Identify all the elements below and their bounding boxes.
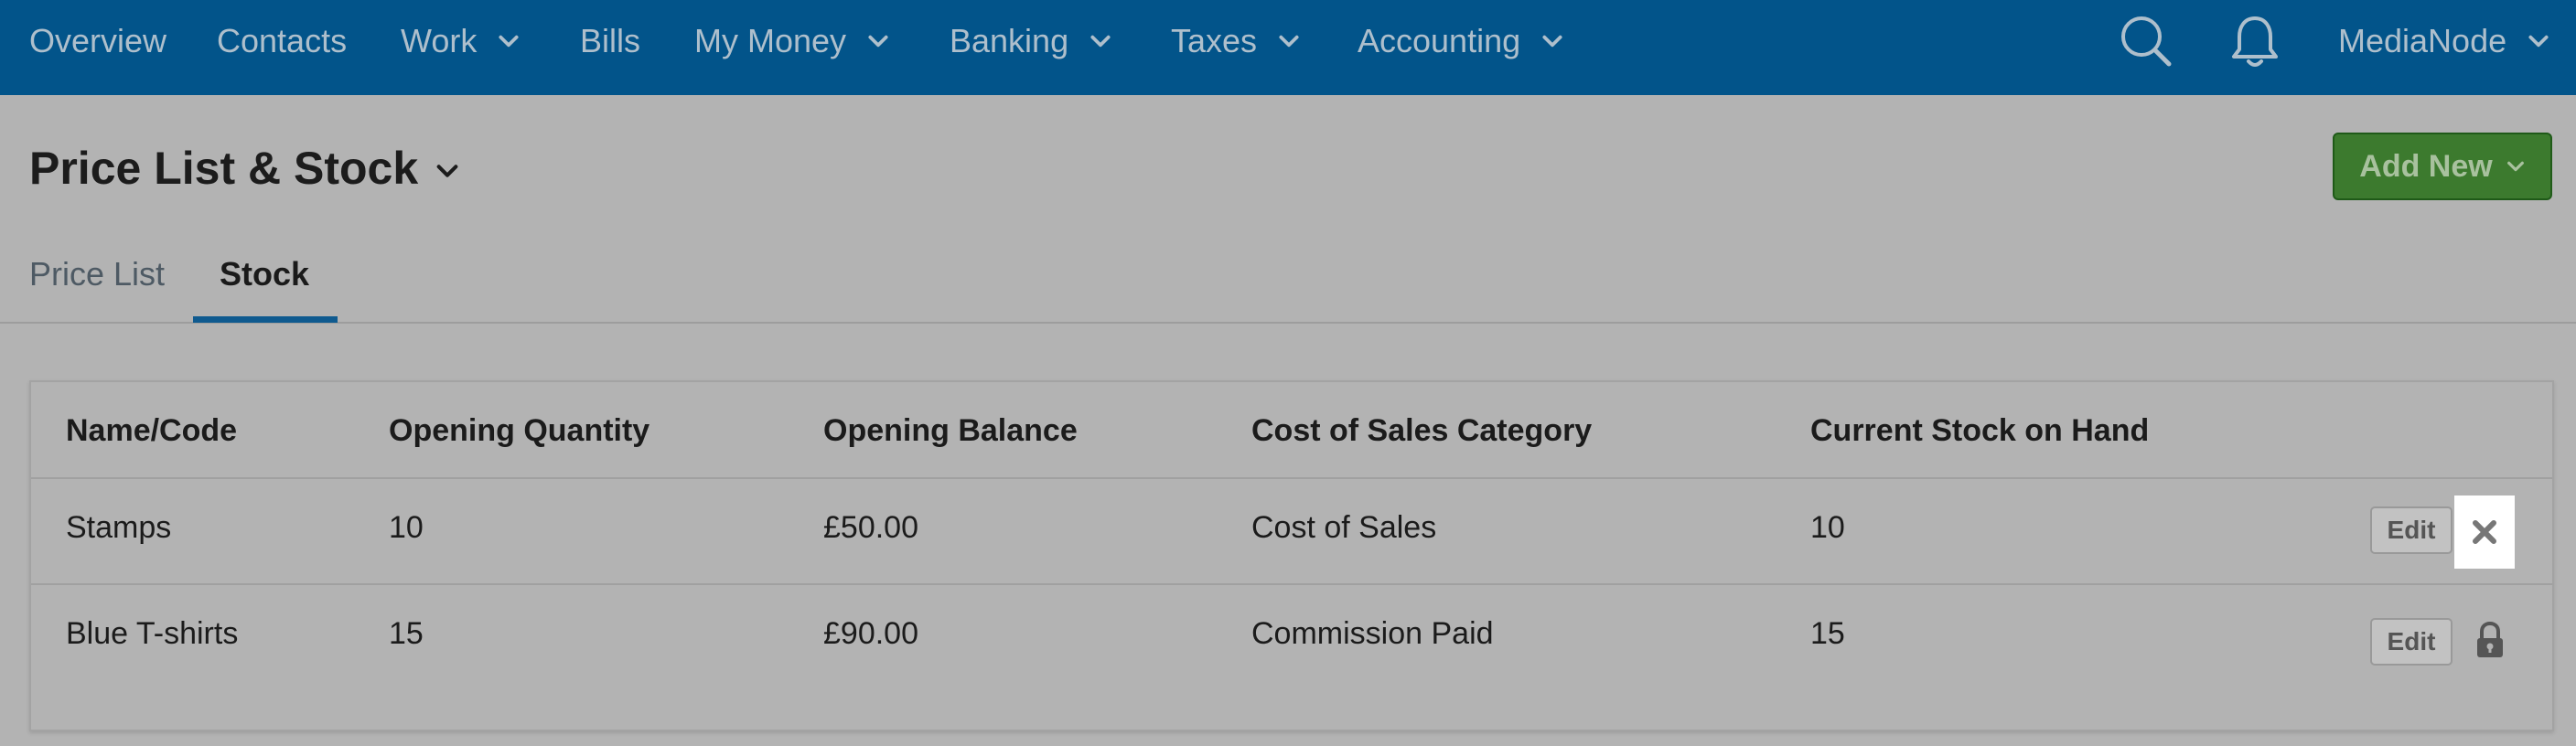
nav-item-accounting[interactable]: Accounting <box>1358 0 1564 82</box>
edit-label: Edit <box>2387 516 2436 544</box>
cell-category: Cost of Sales <box>1251 510 1437 545</box>
nav-item-label: Banking <box>950 22 1069 59</box>
add-new-label: Add New <box>2359 148 2493 184</box>
nav-item-banking[interactable]: Banking <box>950 0 1112 82</box>
bell-icon[interactable] <box>2225 11 2285 71</box>
tab-price-list[interactable]: Price List <box>29 252 165 296</box>
edit-label: Edit <box>2387 627 2436 655</box>
cell-name: Blue T-shirts <box>66 616 239 651</box>
chevron-down-icon <box>1279 35 1299 48</box>
nav-item-overview[interactable]: Overview <box>29 0 166 82</box>
cell-stock-on-hand: 15 <box>1810 616 1845 651</box>
tab-label: Price List <box>29 255 166 293</box>
chevron-down-icon <box>2506 161 2524 172</box>
nav-item-label: Accounting <box>1358 22 1521 59</box>
account-menu[interactable]: MediaNode <box>2338 0 2550 82</box>
cell-opening-balance: £50.00 <box>823 510 918 545</box>
row-divider <box>31 477 2552 479</box>
active-tab-indicator <box>193 316 338 323</box>
nav-item-my-money[interactable]: My Money <box>694 0 890 82</box>
cell-stock-on-hand: 10 <box>1810 510 1845 545</box>
edit-button[interactable]: Edit <box>2370 506 2453 554</box>
nav-item-label: Overview <box>29 22 167 59</box>
add-new-button[interactable]: Add New <box>2333 133 2552 200</box>
row-divider <box>31 583 2552 585</box>
nav-item-label: My Money <box>694 22 847 59</box>
chevron-down-icon <box>1090 35 1111 48</box>
column-header-current-stock: Current Stock on Hand <box>1810 413 2150 448</box>
delete-button[interactable] <box>2454 496 2515 569</box>
search-icon[interactable] <box>2116 11 2176 71</box>
nav-item-label: Bills <box>580 22 641 59</box>
chevron-down-icon <box>868 35 888 48</box>
cell-opening-balance: £90.00 <box>823 616 918 651</box>
nav-item-bills[interactable]: Bills <box>580 0 640 82</box>
nav-item-work[interactable]: Work <box>401 0 521 82</box>
cell-opening-quantity: 15 <box>389 616 424 651</box>
nav-item-label: Contacts <box>217 22 348 59</box>
column-header-cost-of-sales-category: Cost of Sales Category <box>1251 413 1593 448</box>
chevron-down-icon <box>436 165 458 177</box>
close-icon <box>2473 520 2496 544</box>
top-navigation-bar: Overview Contacts Work Bills My Money Ba… <box>0 0 2576 95</box>
chevron-down-icon <box>1542 35 1562 48</box>
nav-item-label: Work <box>401 22 478 59</box>
lock-icon <box>2472 618 2508 662</box>
chevron-down-icon <box>499 35 519 48</box>
nav-item-contacts[interactable]: Contacts <box>217 0 347 82</box>
column-header-opening-quantity: Opening Quantity <box>389 413 650 448</box>
cell-opening-quantity: 10 <box>389 510 424 545</box>
page-title-text: Price List & Stock <box>29 143 419 194</box>
stock-table: Name/Code Opening Quantity Opening Balan… <box>29 380 2554 731</box>
column-header-opening-balance: Opening Balance <box>823 413 1078 448</box>
chevron-down-icon <box>2528 35 2549 48</box>
cell-name: Stamps <box>66 510 172 545</box>
edit-button[interactable]: Edit <box>2370 618 2453 666</box>
nav-item-label: Taxes <box>1171 22 1258 59</box>
tab-stock[interactable]: Stock <box>220 252 309 296</box>
page-title[interactable]: Price List & Stock <box>29 139 460 197</box>
account-name: MediaNode <box>2338 22 2507 59</box>
nav-item-taxes[interactable]: Taxes <box>1171 0 1301 82</box>
tab-label: Stock <box>220 255 310 293</box>
cell-category: Commission Paid <box>1251 616 1494 651</box>
column-header-name: Name/Code <box>66 413 238 448</box>
tabs-divider <box>0 322 2576 324</box>
